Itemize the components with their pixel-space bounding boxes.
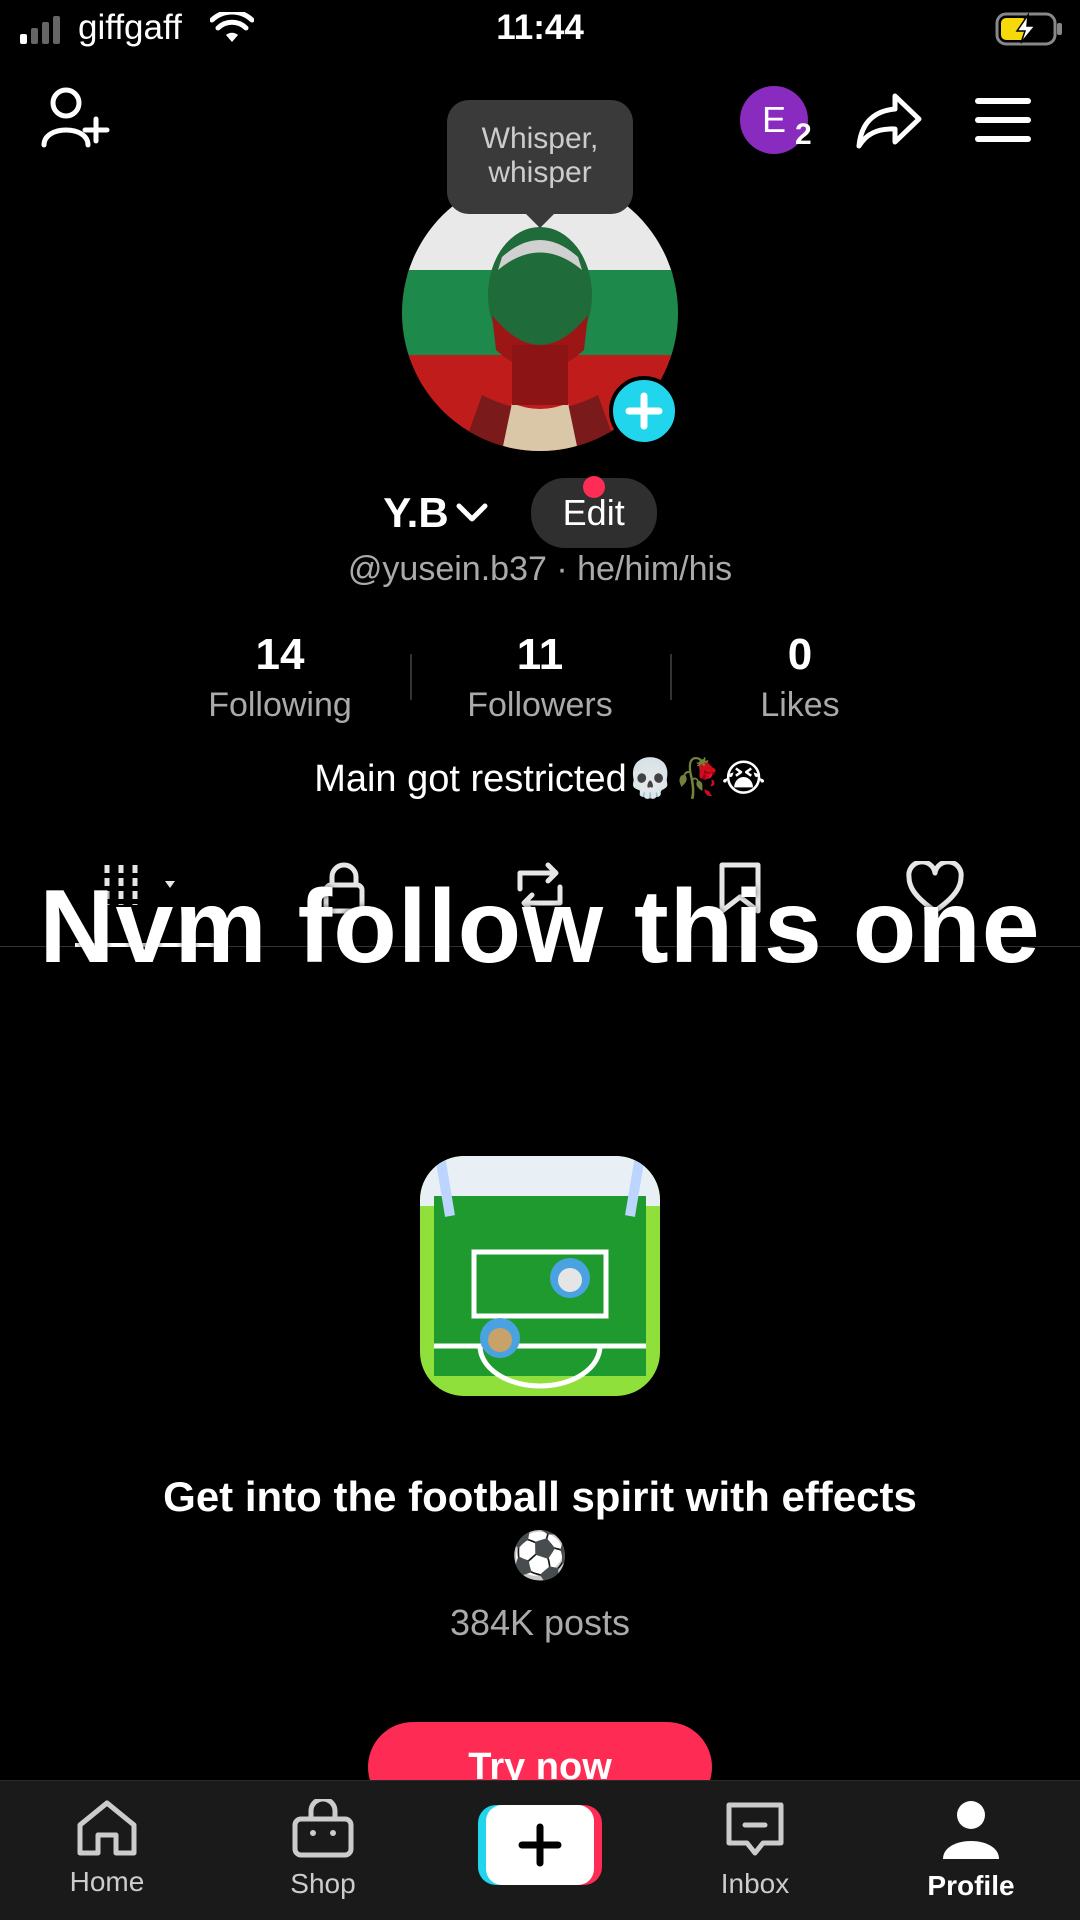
- chevron-down-icon: [456, 503, 488, 522]
- bottom-nav: Home Shop Inbox Profile: [0, 1780, 1080, 1920]
- username-pronouns: @yusein.b37 · he/him/his: [347, 550, 733, 588]
- stat-following[interactable]: 14 Following: [150, 630, 410, 725]
- tooltip-text: Whisper, whisper: [481, 122, 599, 189]
- promo-title-text: Get into the football spirit with effect…: [163, 1473, 917, 1520]
- stat-label: Following: [208, 686, 352, 724]
- menu-icon[interactable]: [975, 98, 1031, 142]
- stat-label: Likes: [760, 686, 840, 724]
- bio: Main got restricted💀🥀😭: [314, 758, 766, 800]
- create-button[interactable]: [478, 1805, 602, 1885]
- stat-likes[interactable]: 0 Likes: [670, 630, 930, 725]
- share-icon[interactable]: [855, 92, 923, 150]
- promo-post-count: 384K posts: [449, 1602, 631, 1643]
- notification-dot: [583, 476, 605, 498]
- add-friend-icon[interactable]: [40, 85, 110, 151]
- nav-home[interactable]: Home: [27, 1799, 187, 1898]
- nav-shop[interactable]: Shop: [243, 1796, 403, 1900]
- tooltip-tail: [524, 212, 556, 228]
- nav-label: Home: [69, 1866, 145, 1897]
- nav-label: Profile: [927, 1870, 1015, 1901]
- inbox-icon: [726, 1802, 784, 1856]
- nav-label: Shop: [290, 1868, 356, 1899]
- shop-icon: [292, 1796, 354, 1858]
- football-effect-thumbnail[interactable]: [420, 1156, 660, 1396]
- promo-title: Get into the football spirit with effect…: [60, 1468, 1020, 1584]
- status-time: 11:44: [496, 8, 584, 47]
- stat-value: 11: [516, 630, 564, 679]
- nav-profile[interactable]: Profile: [891, 1799, 1051, 1902]
- whisper-tooltip[interactable]: Whisper, whisper: [447, 100, 633, 214]
- overlay-caption: Nvm follow this one: [39, 869, 1041, 985]
- soccer-ball-icon: ⚽: [511, 1529, 569, 1581]
- stat-value: 14: [255, 630, 305, 679]
- name-row: Y.B Edit: [0, 478, 1080, 548]
- battery-charging-icon: [995, 12, 1062, 46]
- nav-inbox[interactable]: Inbox: [675, 1799, 835, 1900]
- stat-label: Followers: [467, 686, 613, 724]
- home-icon: [77, 1800, 137, 1856]
- stat-followers[interactable]: 11 Followers: [410, 630, 670, 725]
- nav-label: Inbox: [720, 1868, 790, 1899]
- profile-icon: [943, 1801, 999, 1859]
- create-icon: [478, 1805, 602, 1885]
- stat-value: 0: [787, 630, 813, 679]
- add-photo-button[interactable]: [609, 376, 679, 446]
- stats-row: 14 Following 11 Followers 0 Likes: [150, 630, 930, 725]
- account-switcher[interactable]: Y.B: [383, 489, 488, 537]
- account-count-badge: 2: [795, 118, 812, 151]
- display-name: Y.B: [383, 489, 449, 536]
